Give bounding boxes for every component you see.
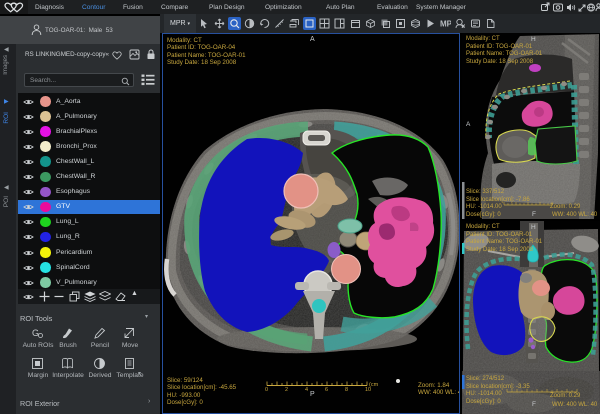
svg-text:G: G [32, 328, 39, 338]
svg-text:MP: MP [440, 20, 451, 29]
